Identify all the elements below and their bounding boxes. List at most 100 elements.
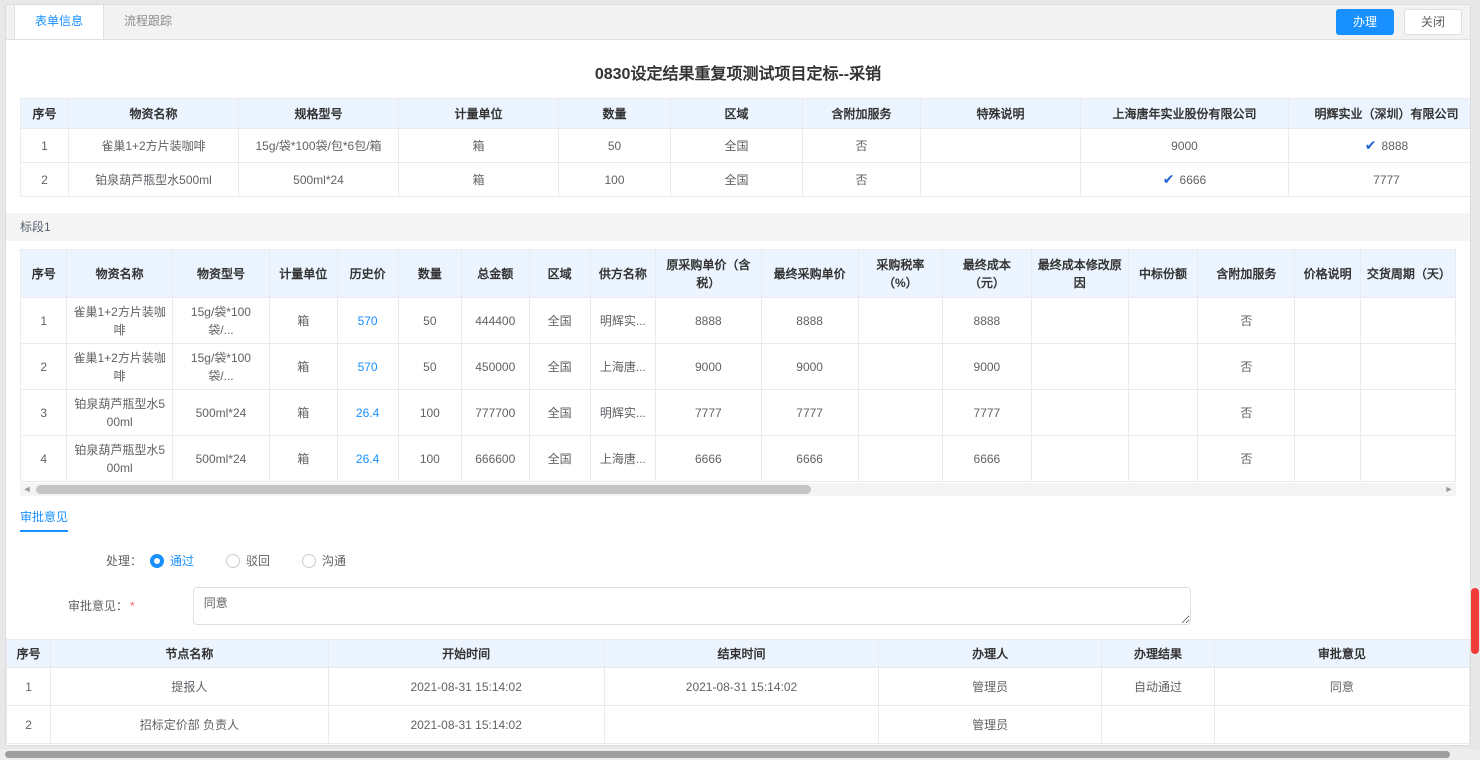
column-header: 序号 — [7, 640, 51, 668]
column-header: 供方名称 — [590, 250, 655, 298]
table-cell: 570 — [337, 344, 398, 390]
table-row: 1雀巢1+2方片装咖啡15g/袋*100袋/...箱57050444400全国明… — [21, 298, 1456, 344]
history-price-link[interactable]: 26.4 — [356, 406, 379, 420]
tab-form-info[interactable]: 表单信息 — [14, 5, 104, 39]
table-cell — [1360, 436, 1455, 482]
scroll-right-arrow[interactable]: ► — [1442, 483, 1456, 496]
table-cell: 否 — [1198, 390, 1295, 436]
opinion-textarea[interactable]: 同意 — [193, 587, 1191, 625]
page-horizontal-scrollbar-thumb[interactable] — [5, 751, 1450, 758]
table-cell — [1031, 298, 1128, 344]
table-cell: 100 — [398, 436, 461, 482]
page-horizontal-scrollbar[interactable] — [0, 749, 1480, 760]
form-content: 0830设定结果重复项测试项目定标--采销 序号物资名称规格型号计量单位数量区域… — [6, 40, 1470, 745]
table-cell: 777700 — [461, 390, 529, 436]
table-cell: 570 — [337, 298, 398, 344]
table-cell: 100 — [559, 163, 671, 197]
table-cell: 全国 — [529, 436, 590, 482]
table-header-row: 序号节点名称开始时间结束时间办理人办理结果审批意见 — [7, 640, 1470, 668]
table-cell: 4 — [21, 436, 67, 482]
app-frame: 表单信息 流程跟踪 办理 关闭 0830设定结果重复项测试项目定标--采销 序号… — [5, 4, 1471, 746]
process-radio-group: 处理： 通过驳回沟通 — [106, 552, 1470, 569]
table-cell: 箱 — [269, 436, 337, 482]
table-cell: 26.4 — [337, 390, 398, 436]
column-header: 规格型号 — [239, 99, 399, 129]
table-cell: 雀巢1+2方片装咖啡 — [67, 298, 173, 344]
table-cell: 箱 — [269, 298, 337, 344]
column-header: 办理人 — [879, 640, 1102, 668]
table-cell — [858, 298, 942, 344]
scroll-left-arrow[interactable]: ◄ — [20, 483, 34, 496]
table-row: 1提报人2021-08-31 15:14:022021-08-31 15:14:… — [7, 668, 1470, 706]
table-cell: 箱 — [269, 390, 337, 436]
table-cell: 50 — [559, 129, 671, 163]
column-header: 明辉实业（深圳）有限公司 — [1289, 99, 1471, 129]
table-cell: 上海唐... — [590, 436, 655, 482]
table-cell: 否 — [1198, 344, 1295, 390]
tabs: 表单信息 流程跟踪 — [6, 5, 192, 39]
table-cell — [1360, 298, 1455, 344]
history-price-link[interactable]: 570 — [358, 360, 378, 374]
table-cell: 管理员 — [879, 706, 1102, 744]
table-cell: 500ml*24 — [172, 436, 269, 482]
table-cell: 1 — [21, 129, 69, 163]
table-cell — [1128, 344, 1198, 390]
table-cell — [1295, 436, 1360, 482]
column-header: 办理结果 — [1102, 640, 1215, 668]
column-header: 原采购单价（含税） — [656, 250, 762, 298]
table-cell: 全国 — [529, 390, 590, 436]
column-header: 数量 — [398, 250, 461, 298]
table-cell: 7777 — [943, 390, 1032, 436]
table-cell: 否 — [1198, 298, 1295, 344]
table-row: 2雀巢1+2方片装咖啡15g/袋*100袋/...箱57050450000全国上… — [21, 344, 1456, 390]
horizontal-scrollbar-thumb[interactable] — [36, 485, 811, 494]
radio-option-1[interactable]: 通过 — [150, 552, 194, 569]
check-icon: ✔ — [1163, 171, 1175, 187]
table-cell — [858, 436, 942, 482]
radio-icon — [226, 554, 240, 568]
approval-opinion-heading[interactable]: 审批意见 — [20, 508, 68, 532]
table-cell: 管理员 — [879, 668, 1102, 706]
column-header: 价格说明 — [1295, 250, 1360, 298]
table-cell — [1031, 344, 1128, 390]
table-cell: 444400 — [461, 298, 529, 344]
table-cell: ✔6666 — [1081, 163, 1289, 197]
table-cell: 铂泉葫芦瓶型水500ml — [67, 390, 173, 436]
section-label: 标段1 — [20, 220, 51, 234]
table-cell — [921, 163, 1081, 197]
column-header: 计量单位 — [269, 250, 337, 298]
column-header: 特殊说明 — [921, 99, 1081, 129]
table-cell: 500ml*24 — [239, 163, 399, 197]
table-cell: 2021-08-31 15:14:02 — [604, 668, 878, 706]
table-cell: 箱 — [399, 129, 559, 163]
opinion-label: 审批意见：* — [68, 587, 135, 614]
horizontal-scrollbar[interactable]: ◄ ► — [20, 483, 1456, 496]
close-button[interactable]: 关闭 — [1404, 9, 1462, 35]
table-cell: 全国 — [671, 129, 803, 163]
column-header: 序号 — [21, 250, 67, 298]
table-cell: 2021-08-31 15:14:02 — [328, 706, 604, 744]
column-header: 最终成本（元） — [943, 250, 1032, 298]
column-header: 审批意见 — [1214, 640, 1469, 668]
table-cell: 箱 — [399, 163, 559, 197]
table-header-row: 序号物资名称规格型号计量单位数量区域含附加服务特殊说明上海唐年实业股份有限公司明… — [21, 99, 1471, 129]
radio-option-3[interactable]: 沟通 — [302, 552, 346, 569]
column-header: 数量 — [559, 99, 671, 129]
table-cell: 50 — [398, 298, 461, 344]
vertical-scrollbar-thumb[interactable] — [1471, 588, 1479, 654]
radio-option-2[interactable]: 驳回 — [226, 552, 270, 569]
history-price-link[interactable]: 570 — [358, 314, 378, 328]
table-cell: 7777 — [761, 390, 858, 436]
handle-button[interactable]: 办理 — [1336, 9, 1394, 35]
table-cell: 否 — [1198, 436, 1295, 482]
column-header: 含附加服务 — [1198, 250, 1295, 298]
radio-label: 通过 — [170, 552, 194, 569]
table-cell: 15g/袋*100袋/包*6包/箱 — [239, 129, 399, 163]
tab-process-tracking[interactable]: 流程跟踪 — [104, 5, 192, 39]
history-price-link[interactable]: 26.4 — [356, 452, 379, 466]
required-asterisk: * — [130, 599, 135, 613]
table-cell — [1295, 344, 1360, 390]
table-cell: 自动通过 — [1102, 668, 1215, 706]
column-header: 物资名称 — [69, 99, 239, 129]
table-cell — [604, 706, 878, 744]
